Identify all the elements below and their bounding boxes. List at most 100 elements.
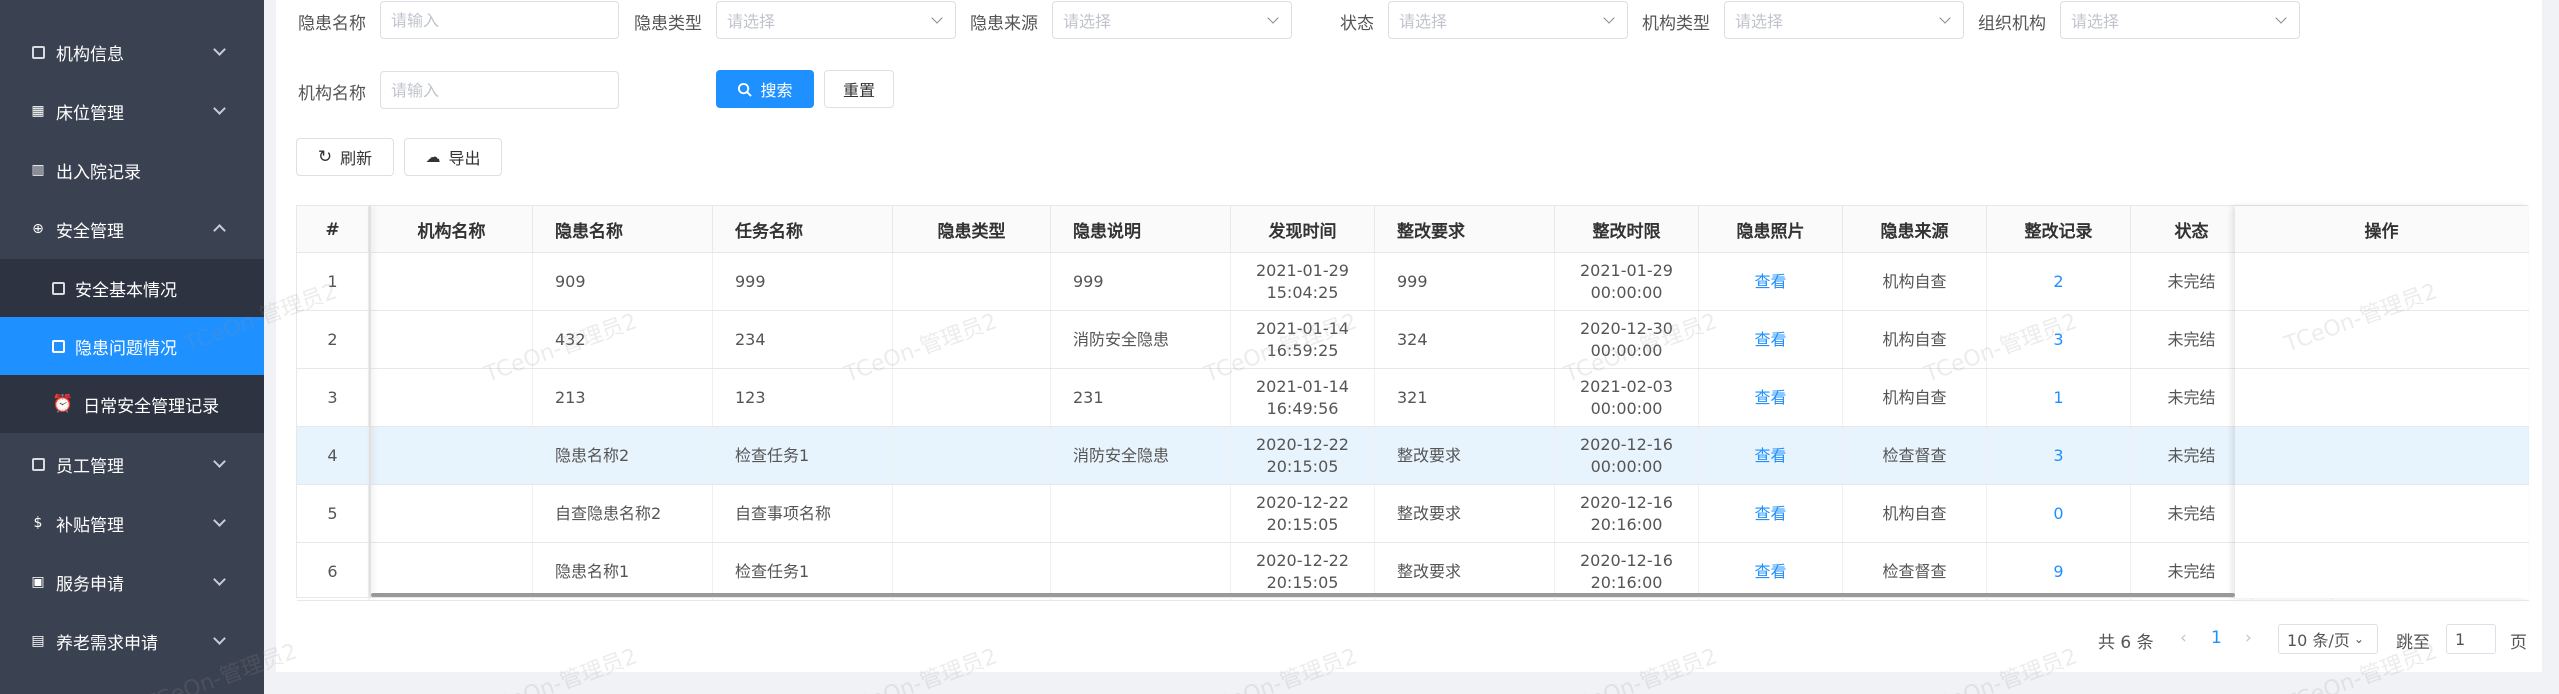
actions-cell xyxy=(2235,543,2528,601)
select-placeholder: 请选择 xyxy=(2071,12,2120,31)
table-cell-no: 6 xyxy=(297,543,369,600)
cell-line: 20:16:00 xyxy=(1590,514,1663,534)
org-name-label: 机构名称 xyxy=(298,84,366,104)
sidebar-item-bed[interactable]: ▦ 床位管理 xyxy=(0,82,264,140)
pagination-total: 共 6 条 xyxy=(2098,633,2154,653)
cell-line: 2020-12-16 xyxy=(1580,434,1673,454)
sidebar-item-label: 员工管理 xyxy=(56,456,124,477)
sidebar-item-label: 床位管理 xyxy=(56,103,124,124)
sidebar-item-org-info[interactable]: 机构信息 xyxy=(0,23,264,81)
fixed-actions-column: 操作 xyxy=(2235,206,2528,601)
org-type-select[interactable]: 请选择 xyxy=(1724,1,1964,39)
table-cell-source: 机构自查 xyxy=(1843,311,1987,368)
cell-line: 2020-12-22 xyxy=(1256,492,1349,512)
table-cell-org xyxy=(371,485,533,542)
table-cell-name: 自查隐患名称2 xyxy=(533,485,713,542)
table-cell-records[interactable]: 3 xyxy=(1987,427,2131,484)
table-cell-req: 整改要求 xyxy=(1375,427,1555,484)
sidebar-item-service[interactable]: ▣ 服务申请 xyxy=(0,553,264,611)
chevron-down-icon xyxy=(213,455,226,468)
table-cell-photo[interactable]: 查看 xyxy=(1699,311,1843,368)
table-cell-records[interactable]: 1 xyxy=(1987,369,2131,426)
sidebar-item-elderly-demand[interactable]: ▤ 养老需求申请 xyxy=(0,612,264,670)
pagination-page-1[interactable]: 1 xyxy=(2211,628,2222,648)
sidebar-item-label: 机构信息 xyxy=(56,44,124,65)
hazard-source-select[interactable]: 请选择 xyxy=(1052,1,1292,39)
chevron-down-icon xyxy=(213,43,226,56)
org-name-input[interactable] xyxy=(380,71,619,109)
table-cell-source: 检查督查 xyxy=(1843,427,1987,484)
table-cell-photo[interactable]: 查看 xyxy=(1699,543,1843,600)
prev-page-icon[interactable]: ‹ xyxy=(2180,628,2187,648)
chevron-down-icon xyxy=(1603,12,1615,24)
table-cell-source: 机构自查 xyxy=(1843,369,1987,426)
table-cell-photo[interactable]: 查看 xyxy=(1699,369,1843,426)
table-cell-limit: 2020-12-16 20:16:00 xyxy=(1555,485,1699,542)
table-cell-photo[interactable]: 查看 xyxy=(1699,485,1843,542)
status-select[interactable]: 请选择 xyxy=(1388,1,1628,39)
doc-icon xyxy=(30,44,46,60)
hazard-name-label: 隐患名称 xyxy=(298,14,366,34)
column-header: 隐患来源 xyxy=(1843,206,1987,253)
sidebar-item-staff[interactable]: 员工管理 xyxy=(0,435,264,493)
next-page-icon[interactable]: › xyxy=(2245,628,2252,648)
org-select[interactable]: 请选择 xyxy=(2060,1,2300,39)
sidebar-subitem-hazard[interactable]: 隐患问题情况 xyxy=(0,317,264,375)
table-cell-task: 999 xyxy=(713,253,893,310)
org-label: 组织机构 xyxy=(1978,14,2046,34)
cell-line: 2020-12-16 xyxy=(1580,492,1673,512)
table-cell-no: 1 xyxy=(297,253,369,310)
table-row: 3 213 123 231 2021-01-14 16:49:56 321 2021-02-0… xyxy=(297,369,2529,427)
chevron-down-icon xyxy=(213,102,226,115)
doc-icon: ▤ xyxy=(31,633,45,649)
search-icon xyxy=(738,82,753,97)
reset-button[interactable]: 重置 xyxy=(824,70,894,108)
page-size-select[interactable]: 10 条/页 ⌄ xyxy=(2278,624,2378,654)
table-cell-type xyxy=(893,253,1051,310)
table-cell-photo[interactable]: 查看 xyxy=(1699,427,1843,484)
export-button-label: 导出 xyxy=(448,149,481,168)
sidebar-item-admission[interactable]: ▥ 出入院记录 xyxy=(0,141,264,199)
hazard-name-input[interactable] xyxy=(380,1,619,39)
table-cell-records[interactable]: 2 xyxy=(1987,253,2131,310)
table-row: 1 909 999 999 2021-01-29 15:04:25 999 2021-01-2… xyxy=(297,253,2529,311)
table-cell-desc: 消防安全隐患 xyxy=(1051,311,1231,368)
table-cell-task: 123 xyxy=(713,369,893,426)
sidebar-item-label: 出入院记录 xyxy=(56,162,141,183)
chevron-down-icon xyxy=(1939,12,1951,24)
refresh-button[interactable]: ↻ 刷新 xyxy=(296,138,394,176)
table-cell-limit: 2020-12-30 00:00:00 xyxy=(1555,311,1699,368)
cell-line: 2021-01-14 xyxy=(1256,376,1349,396)
table-cell-records[interactable]: 9 xyxy=(1987,543,2131,600)
sidebar-subitem-safety-basic[interactable]: 安全基本情况 xyxy=(0,259,264,317)
table-cell-limit: 2020-12-16 20:16:00 xyxy=(1555,543,1699,600)
cell-line: 2020-12-30 xyxy=(1580,318,1673,338)
cell-line: 00:00:00 xyxy=(1590,398,1663,418)
cell-line: 20:15:05 xyxy=(1266,514,1339,534)
cell-line: 16:49:56 xyxy=(1266,398,1339,418)
plus-circle-icon: ⊕ xyxy=(32,221,44,237)
table-cell-no: 3 xyxy=(297,369,369,426)
table-cell-name: 432 xyxy=(533,311,713,368)
table-cell-type xyxy=(893,427,1051,484)
table-cell-found: 2021-01-29 15:04:25 xyxy=(1231,253,1375,310)
sidebar-item-safety[interactable]: ⊕ 安全管理 xyxy=(0,200,264,258)
table-cell-type xyxy=(893,311,1051,368)
table-cell-records[interactable]: 3 xyxy=(1987,311,2131,368)
hazard-type-select[interactable]: 请选择 xyxy=(716,1,956,39)
table-cell-task: 检查任务1 xyxy=(713,427,893,484)
table-cell-photo[interactable]: 查看 xyxy=(1699,253,1843,310)
export-button[interactable]: ☁ 导出 xyxy=(404,138,502,176)
sidebar-subitem-daily-record[interactable]: ⏰ 日常安全管理记录 xyxy=(0,375,264,433)
page-suffix-label: 页 xyxy=(2510,633,2527,653)
horizontal-scrollbar[interactable] xyxy=(371,593,2235,597)
sidebar-item-subsidy[interactable]: $ 补贴管理 xyxy=(0,494,264,552)
table-cell-task: 检查任务1 xyxy=(713,543,893,600)
select-placeholder: 请选择 xyxy=(1063,12,1112,31)
cell-line: 2020-12-22 xyxy=(1256,550,1349,570)
goto-page-input[interactable]: 1 xyxy=(2446,624,2496,654)
column-header: 机构名称 xyxy=(371,206,533,253)
table-cell-records[interactable]: 0 xyxy=(1987,485,2131,542)
cell-line: 2021-02-03 xyxy=(1580,376,1673,396)
search-button[interactable]: 搜索 xyxy=(716,70,814,108)
